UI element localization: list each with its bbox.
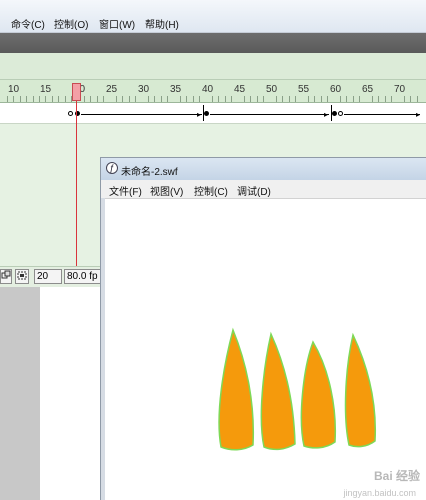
petal-shape (344, 332, 377, 448)
timeline-status-bar: 20 80.0 fp (0, 266, 104, 287)
menu-help[interactable]: 帮助(H) (145, 16, 179, 31)
motion-tween (344, 114, 420, 115)
swf-menu-view[interactable]: 视图(V) (150, 183, 183, 198)
swf-movie-canvas[interactable] (105, 199, 426, 500)
stage-pasteboard (0, 287, 40, 500)
onion-skin-icon[interactable] (0, 269, 12, 284)
baidu-watermark-url: jingyan.baidu.com (343, 488, 416, 498)
playhead-line (76, 101, 77, 287)
ruler-label: 70 (394, 84, 406, 95)
stage-canvas[interactable] (40, 287, 100, 500)
blank-keyframe[interactable] (68, 111, 73, 116)
tween-arrow-icon: ▸ (197, 110, 202, 119)
main-menubar: 命令(C) 控制(O) 窗口(W) 帮助(H) (0, 0, 426, 33)
motion-tween (81, 114, 202, 115)
ruler-label: 15 (40, 84, 52, 95)
swf-window-titlebar[interactable]: ƒ 未命名-2.swf (101, 158, 426, 180)
menu-control[interactable]: 控制(O) (54, 16, 88, 31)
ruler-label: 10 (8, 84, 20, 95)
swf-menu-file[interactable]: 文件(F) (109, 183, 142, 198)
tween-track[interactable]: ▸ ▸ ▸ (68, 105, 426, 121)
petal-shape (260, 331, 296, 451)
playhead-handle[interactable] (72, 83, 81, 101)
ruler-label: 60 (330, 84, 342, 95)
ruler-label: 65 (362, 84, 374, 95)
tween-arrow-icon: ▸ (416, 110, 421, 119)
frame-rate-field[interactable]: 80.0 fp (64, 269, 104, 284)
swf-menu-debug[interactable]: 调试(D) (237, 183, 271, 198)
menu-window[interactable]: 窗口(W) (99, 16, 135, 31)
swf-menubar: 文件(F) 视图(V) 控制(C) 调试(D) (101, 180, 426, 199)
baidu-watermark: Bai 经验 (373, 469, 420, 483)
toolbar-separator (0, 33, 426, 53)
flash-player-icon: ƒ (106, 162, 118, 174)
ruler-label: 55 (298, 84, 310, 95)
frame-ruler[interactable]: 10 15 20 25 30 35 40 45 50 55 60 65 70 (0, 80, 426, 103)
petal-shape (300, 340, 337, 449)
keyframe[interactable] (204, 111, 209, 116)
swf-window-title: 未命名-2.swf (121, 167, 178, 178)
hollow-keyframe[interactable] (338, 111, 343, 116)
ruler-label: 35 (170, 84, 182, 95)
ruler-label: 40 (202, 84, 214, 95)
swf-menu-control[interactable]: 控制(C) (194, 183, 228, 198)
current-frame-field[interactable]: 20 (34, 269, 62, 284)
tween-arrow-icon: ▸ (324, 110, 329, 119)
petal-shape (218, 327, 255, 451)
edit-multiple-frames-icon[interactable] (15, 269, 29, 284)
ruler-label: 30 (138, 84, 150, 95)
ruler-label: 25 (106, 84, 118, 95)
keyframe[interactable] (332, 111, 337, 116)
menu-command[interactable]: 命令(C) (11, 16, 45, 31)
timeline-header (0, 53, 426, 80)
ruler-label: 50 (266, 84, 278, 95)
ruler-label: 45 (234, 84, 246, 95)
motion-tween (210, 114, 329, 115)
